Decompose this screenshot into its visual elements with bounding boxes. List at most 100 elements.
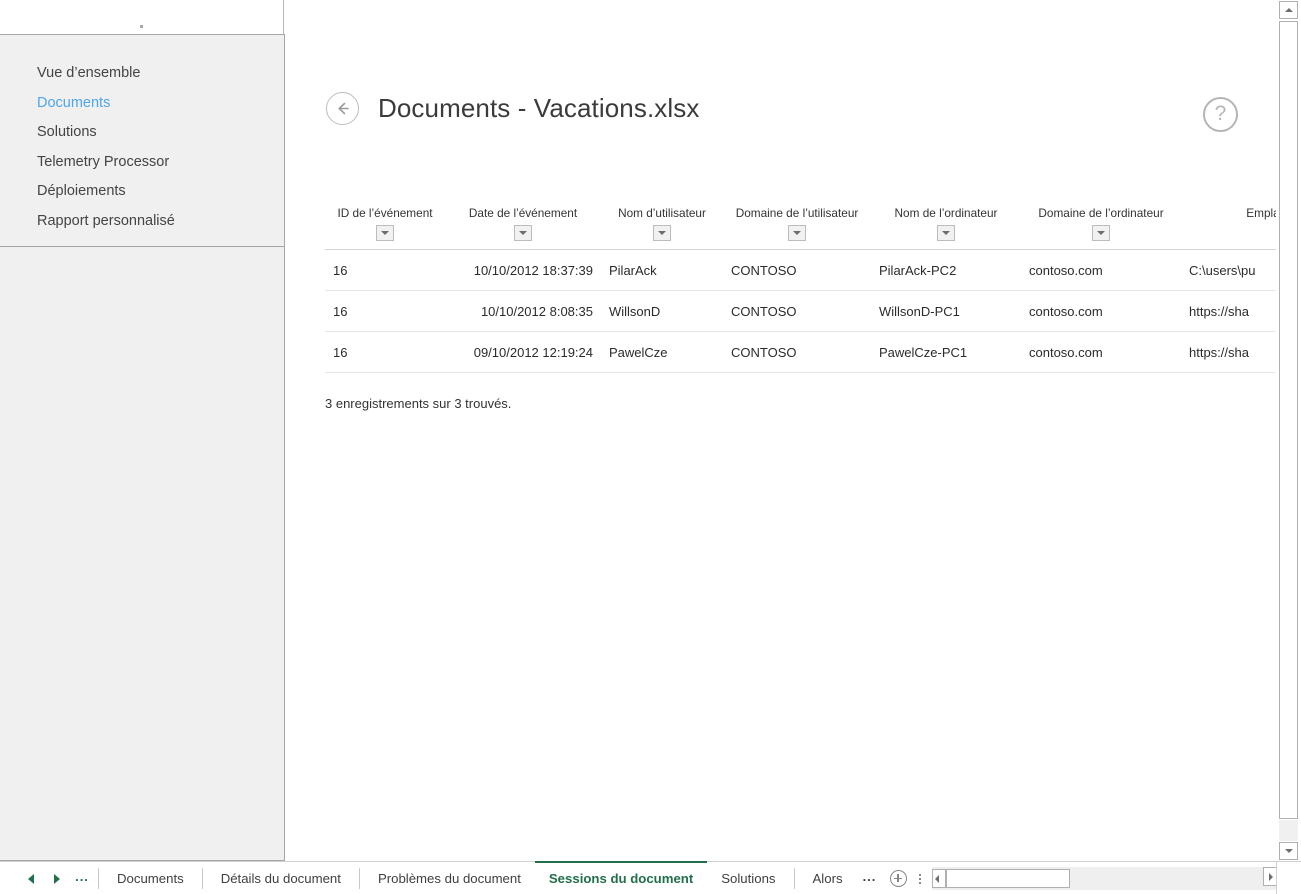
sheet-tab-details-du-document[interactable]: Détails du document xyxy=(207,862,355,894)
record-count-status: 3 enregistrements sur 3 trouvés. xyxy=(325,396,512,411)
column-header-computer-name[interactable]: Nom de l’ordinateur xyxy=(871,206,1021,250)
column-header-user-name[interactable]: Nom d’utilisateur xyxy=(601,206,723,250)
cell-computer-name: WillsonD-PC1 xyxy=(871,290,1021,332)
cell-event-id: 16 xyxy=(325,249,445,291)
cell-computer-domain: contoso.com xyxy=(1021,249,1181,291)
horizontal-scrollbar[interactable] xyxy=(932,867,1277,890)
cell-computer-domain: contoso.com xyxy=(1021,331,1181,373)
filter-dropdown-icon-computer-name[interactable] xyxy=(937,225,955,241)
horizontal-scrollbar-thumb[interactable] xyxy=(946,869,1071,888)
triangle-right-icon[interactable] xyxy=(44,862,70,894)
filter-cell xyxy=(879,220,1013,247)
report-surface: Documents - Vacations.xlsx ? ID de l’évé… xyxy=(285,0,1276,861)
column-header-computer-domain[interactable]: Domaine de l’ordinateur xyxy=(1021,206,1181,250)
scroll-left-icon[interactable] xyxy=(932,869,947,888)
column-header-event-date[interactable]: Date de l’événement xyxy=(445,206,601,250)
page-title: Documents - Vacations.xlsx xyxy=(378,93,700,123)
filter-dropdown-icon-user-domain[interactable] xyxy=(788,225,806,241)
cell-location: https://sha xyxy=(1181,290,1276,332)
cell-computer-name: PawelCze-PC1 xyxy=(871,331,1021,373)
help-icon[interactable]: ? xyxy=(1203,97,1238,132)
column-header-label: Nom d’utilisateur xyxy=(618,206,706,220)
sidebar-item-deploiements[interactable]: Déploiements xyxy=(37,177,175,207)
column-header-event-id[interactable]: ID de l’événement xyxy=(325,206,445,250)
table-row[interactable]: 16 10/10/2012 18:37:39 PilarAck CONTOSO … xyxy=(325,249,1276,291)
sidebar-item-rapport-personnalise[interactable]: Rapport personnalisé xyxy=(37,207,175,237)
help-glyph: ? xyxy=(1214,102,1227,125)
filter-cell xyxy=(453,220,593,247)
tab-divider xyxy=(358,868,360,889)
sidebar-item-vue-densemble[interactable]: Vue d’ensemble xyxy=(37,59,175,89)
back-arrow-icon[interactable] xyxy=(326,92,359,125)
scrollbar-corner xyxy=(1276,862,1301,894)
cell-user-name: PilarAck xyxy=(601,249,723,291)
worksheet-gridline xyxy=(283,0,284,38)
sheet-tab-bar: ... Documents Détails du document Problè… xyxy=(0,861,1301,894)
column-header-label: Domaine de l’utilisateur xyxy=(735,206,859,220)
report-header: Documents - Vacations.xlsx xyxy=(326,92,699,125)
sheet-tab-alors[interactable]: Alors xyxy=(799,862,857,894)
cell-event-date: 10/10/2012 8:08:35 xyxy=(445,290,601,332)
cell-event-date: 09/10/2012 12:19:24 xyxy=(445,331,601,373)
sidebar-item-telemetry-processor[interactable]: Telemetry Processor xyxy=(37,148,175,178)
cell-computer-name: PilarAck-PC2 xyxy=(871,249,1021,291)
sidebar-item-solutions[interactable]: Solutions xyxy=(37,118,175,148)
filter-cell xyxy=(333,220,437,247)
filter-cell xyxy=(1029,220,1173,247)
tab-split-handle[interactable] xyxy=(912,862,928,894)
plus-circle-icon[interactable] xyxy=(884,862,912,894)
column-header-label: Nom de l’ordinateur xyxy=(894,206,998,220)
sheet-tab-sessions-du-document[interactable]: Sessions du document xyxy=(534,861,708,894)
cell-event-date: 10/10/2012 18:37:39 xyxy=(445,249,601,291)
sheet-tab-solutions[interactable]: Solutions xyxy=(707,862,789,894)
scroll-right-icon[interactable] xyxy=(1263,867,1277,886)
scroll-down-icon[interactable] xyxy=(1279,842,1298,860)
column-header-label: Empla xyxy=(1246,206,1276,220)
navigation-list: Vue d’ensemble Documents Solutions Telem… xyxy=(37,59,175,236)
filter-cell xyxy=(609,220,715,247)
cell-location: https://sha xyxy=(1181,331,1276,373)
cell-user-domain: CONTOSO xyxy=(723,290,871,332)
filter-cell xyxy=(1189,220,1276,247)
triangle-left-icon[interactable] xyxy=(18,862,44,894)
table-row[interactable]: 16 10/10/2012 8:08:35 WillsonD CONTOSO W… xyxy=(325,290,1276,332)
sidebar-item-documents[interactable]: Documents xyxy=(37,89,175,119)
cell-user-name: WillsonD xyxy=(601,290,723,332)
cell-computer-domain: contoso.com xyxy=(1021,290,1181,332)
filter-dropdown-icon-user-name[interactable] xyxy=(653,225,671,241)
filter-cell xyxy=(731,220,863,247)
column-header-location[interactable]: Empla xyxy=(1181,206,1276,250)
filter-dropdown-icon-event-id[interactable] xyxy=(376,225,394,241)
navigation-panel: Vue d’ensemble Documents Solutions Telem… xyxy=(0,34,285,247)
column-header-label: Domaine de l’ordinateur xyxy=(1038,206,1164,220)
vertical-scrollbar-track[interactable] xyxy=(1279,820,1298,841)
tab-divider xyxy=(793,868,795,889)
sheet-tab-documents[interactable]: Documents xyxy=(103,862,198,894)
filter-dropdown-icon-event-date[interactable] xyxy=(514,225,532,241)
cell-user-domain: CONTOSO xyxy=(723,331,871,373)
filter-dropdown-icon-computer-domain[interactable] xyxy=(1092,225,1110,241)
sheet-tabs-overflow[interactable]: ... xyxy=(857,862,885,894)
cell-user-name: PawelCze xyxy=(601,331,723,373)
cell-event-id: 16 xyxy=(325,290,445,332)
tab-divider xyxy=(98,868,99,889)
navigation-panel-lower xyxy=(0,247,285,861)
vertical-scrollbar-thumb[interactable] xyxy=(1279,21,1298,819)
results-table: ID de l’événement Date de l’événement No… xyxy=(325,206,1276,373)
column-header-user-domain[interactable]: Domaine de l’utilisateur xyxy=(723,206,871,250)
sheet-nav-ellipsis[interactable]: ... xyxy=(70,869,94,888)
vertical-scrollbar[interactable] xyxy=(1276,0,1301,861)
sheet-nav-controls: ... xyxy=(0,862,94,894)
cell-location: C:\users\pu xyxy=(1181,249,1276,291)
results-table-wrapper: ID de l’événement Date de l’événement No… xyxy=(325,206,1276,373)
tab-divider xyxy=(201,868,203,889)
scroll-up-icon[interactable] xyxy=(1279,1,1298,19)
table-row[interactable]: 16 09/10/2012 12:19:24 PawelCze CONTOSO … xyxy=(325,331,1276,373)
excel-telemetry-dashboard: Vue d’ensemble Documents Solutions Telem… xyxy=(0,0,1301,894)
cell-user-domain: CONTOSO xyxy=(723,249,871,291)
column-header-label: ID de l’événement xyxy=(337,206,433,220)
column-header-label: Date de l’événement xyxy=(468,206,578,220)
cell-event-id: 16 xyxy=(325,331,445,373)
worksheet-cell-marker xyxy=(140,25,143,28)
sheet-tab-problemes-du-document[interactable]: Problèmes du document xyxy=(364,862,535,894)
